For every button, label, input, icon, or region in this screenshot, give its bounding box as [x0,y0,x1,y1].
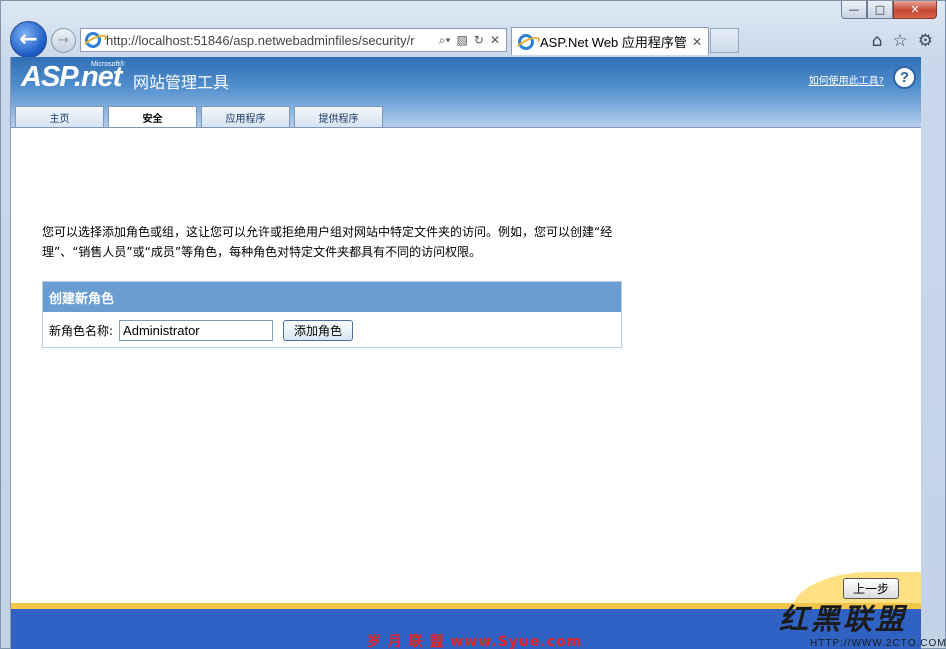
watermark-syue: 岁 月 联 盟 www.Syue.com [367,634,583,649]
browser-toolbar-right: ⌂ ☆ ⚙ [872,31,933,51]
forward-arrow-icon: → [58,33,69,48]
tab-provider[interactable]: 提供程序 [294,106,383,127]
address-tools: ⌕▾ ▧ ↻ ✕ [433,33,506,48]
search-icon[interactable]: ⌕▾ [439,33,451,48]
back-arrow-icon: ← [19,27,38,52]
compatibility-icon[interactable]: ▧ [457,33,468,48]
tab-application[interactable]: 应用程序 [201,106,290,127]
role-name-label: 新角色名称: [49,323,114,338]
favorites-star-icon[interactable]: ☆ [893,31,908,51]
panel-body: 新角色名称: 添加角色 [43,312,621,348]
address-bar[interactable]: http://localhost:51846/asp.netwebadminfi… [80,28,507,52]
ie-tab-icon [518,33,534,50]
tool-title: 网站管理工具 [133,73,230,92]
asp-net-logo: ASP.net Microsoft® [21,61,125,94]
browser-window: — □ ✕ ← → http://localhost:51846/asp.net… [0,0,946,649]
new-tab-button[interactable] [710,28,739,53]
logo-microsoft-mark: Microsoft® [91,61,125,68]
close-button[interactable]: ✕ [893,1,937,19]
create-role-panel: 创建新角色 新角色名称: 添加角色 [42,281,622,348]
tab-divider [11,127,921,128]
panel-title: 创建新角色 [43,282,621,312]
ie-page-icon [85,32,101,48]
minimize-button[interactable]: — [841,1,867,19]
watermark-hhlm: 红黑联盟 [779,602,908,636]
tab-title: ASP.Net Web 应用程序管理 [540,35,686,50]
forward-button[interactable]: → [51,28,76,53]
address-url[interactable]: http://localhost:51846/asp.netwebadminfi… [106,33,433,48]
gear-icon[interactable]: ⚙ [918,31,933,51]
help-link[interactable]: 如何使用此工具? [809,72,884,87]
tab-home[interactable]: 主页 [15,106,104,127]
home-icon[interactable]: ⌂ [872,31,883,51]
window-caption-buttons: — □ ✕ [841,1,937,19]
site-tabs: 主页 安全 应用程序 提供程序 [15,106,383,128]
site-banner: ASP.net Microsoft® 网站管理工具 如何使用此工具? ? 主页 … [11,57,921,128]
role-description: 您可以选择添加角色或组，这让您可以允许或拒绝用户组对网站中特定文件夹的访问。例如… [42,225,613,259]
maximize-button[interactable]: □ [867,1,893,19]
back-button[interactable]: ← [10,21,47,58]
page-content: ASP.net Microsoft® 网站管理工具 如何使用此工具? ? 主页 … [10,57,921,649]
help-icon[interactable]: ? [893,66,916,89]
add-role-button[interactable]: 添加角色 [283,319,354,341]
tab-security[interactable]: 安全 [108,106,197,128]
refresh-icon[interactable]: ↻ [474,33,484,48]
browser-tab[interactable]: ASP.Net Web 应用程序管理 ✕ [511,27,709,55]
role-name-input[interactable] [119,319,274,341]
watermark-2cto: HTTP://WWW.2CTO.COM [810,638,946,649]
tab-close-icon[interactable]: ✕ [692,35,702,49]
stop-icon[interactable]: ✕ [490,33,500,48]
